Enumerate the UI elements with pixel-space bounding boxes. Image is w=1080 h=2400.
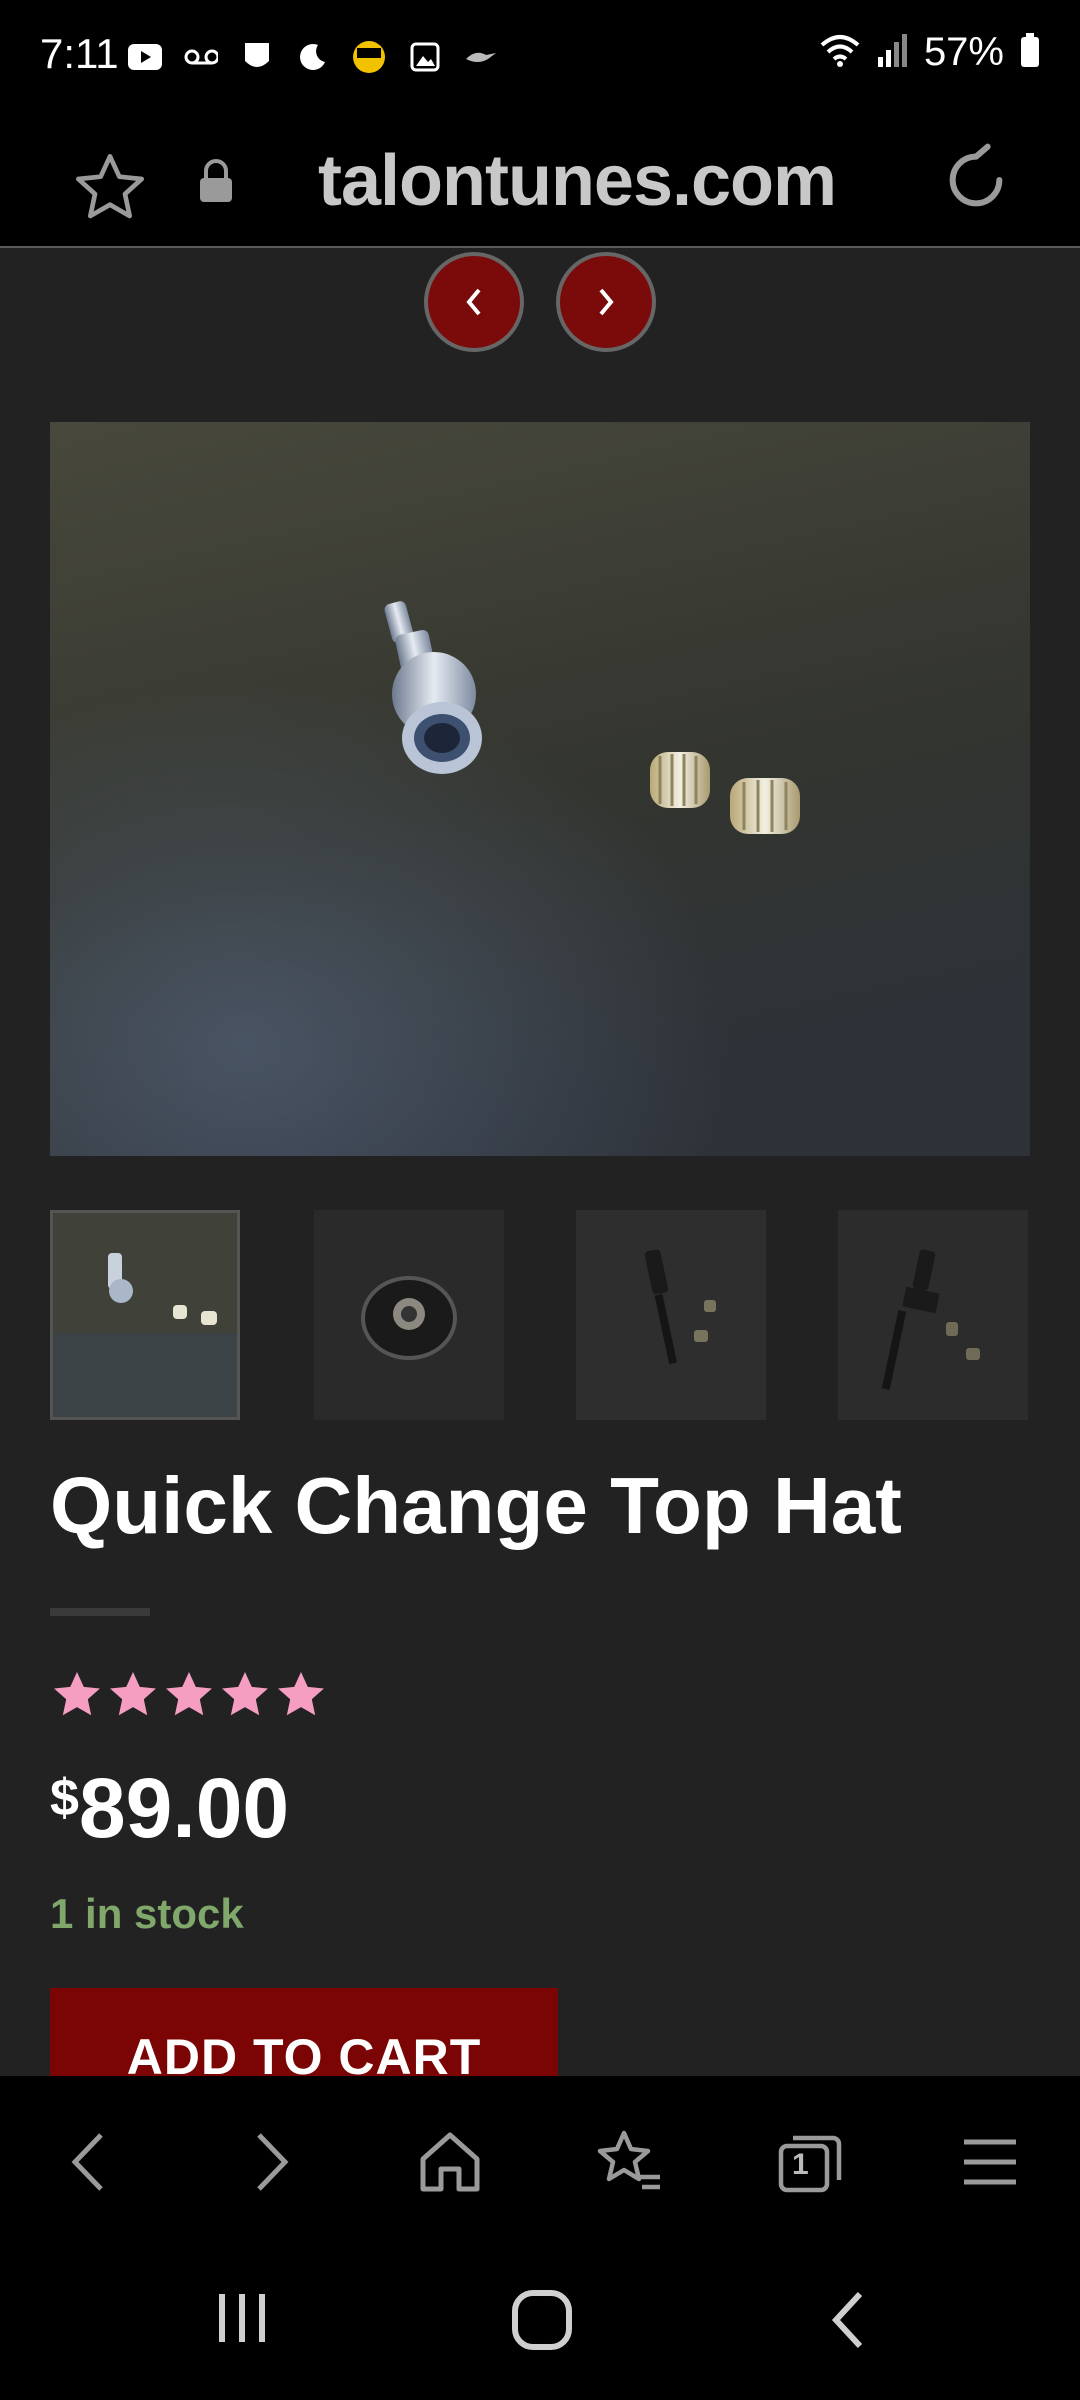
- tab-count: 1: [792, 2148, 809, 2181]
- lock-icon[interactable]: [196, 158, 236, 209]
- reload-icon[interactable]: [936, 140, 1016, 225]
- moon-icon: [296, 40, 330, 74]
- forward-arrow-icon[interactable]: [232, 2122, 312, 2202]
- star-icon: [278, 1672, 324, 1716]
- home-icon[interactable]: [410, 2122, 490, 2202]
- status-right: 57%: [818, 30, 1040, 75]
- back-button-icon[interactable]: [826, 2288, 870, 2357]
- price-value: 89.00: [78, 1761, 290, 1855]
- star-icon: [166, 1672, 212, 1716]
- recent-apps-icon[interactable]: [212, 2288, 272, 2353]
- notification-icons: [128, 40, 498, 74]
- stock-status: 1 in stock: [50, 1890, 244, 1937]
- product-thumbnail-3[interactable]: [576, 1210, 766, 1420]
- tabs-icon[interactable]: 1: [770, 2122, 850, 2202]
- gallery-icon: [408, 40, 442, 74]
- previous-product-button[interactable]: [424, 252, 524, 352]
- currency-symbol: $: [50, 1769, 79, 1827]
- chevron-right-icon: [599, 288, 614, 316]
- bookmarks-icon[interactable]: [590, 2122, 670, 2202]
- menu-icon[interactable]: [950, 2122, 1030, 2202]
- system-navigation-bar: [0, 2240, 1080, 2400]
- product-price: $89.00: [50, 1760, 289, 1857]
- product-title: Quick Change Top Hat: [50, 1461, 902, 1550]
- chevron-left-icon: [466, 288, 481, 316]
- product-main-image[interactable]: [50, 422, 1030, 1156]
- battery-percent: 57%: [923, 30, 1004, 74]
- star-icon: [54, 1672, 100, 1716]
- browser-toolbar: 1: [0, 2076, 1080, 2240]
- nfl-icon: [240, 40, 274, 74]
- next-product-button[interactable]: [556, 252, 656, 352]
- product-thumbnail-2[interactable]: [314, 1210, 504, 1420]
- back-arrow-icon[interactable]: [48, 2122, 128, 2202]
- address-bar: talontunes.com: [0, 118, 1080, 248]
- status-time: 7:11: [40, 30, 119, 77]
- star-icon: [110, 1672, 156, 1716]
- product-thumbnail-1[interactable]: [50, 1210, 240, 1420]
- title-divider: [50, 1608, 150, 1616]
- home-button-icon[interactable]: [510, 2288, 574, 2357]
- wifi-icon: [818, 31, 862, 74]
- add-to-cart-button[interactable]: ADD TO CART: [50, 1988, 558, 2078]
- battery-icon: [1020, 33, 1040, 72]
- voicemail-icon: [184, 40, 218, 74]
- star-icon: [222, 1672, 268, 1716]
- signal-icon: [877, 33, 908, 72]
- rating-stars[interactable]: [50, 1668, 328, 1722]
- fox-bet-icon: [352, 40, 386, 74]
- add-to-cart-label: ADD TO CART: [126, 2029, 482, 2078]
- ravens-icon: [464, 40, 498, 74]
- product-thumbnail-4[interactable]: [838, 1210, 1028, 1420]
- bookmark-star-icon[interactable]: [70, 148, 150, 233]
- youtube-icon: [128, 40, 162, 74]
- status-bar: 7:11 57%: [0, 0, 1080, 118]
- url-domain[interactable]: talontunes.com: [318, 140, 837, 222]
